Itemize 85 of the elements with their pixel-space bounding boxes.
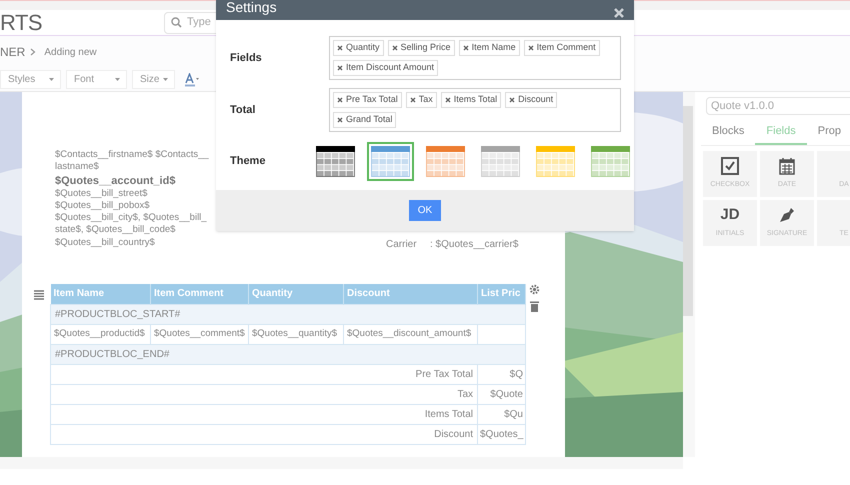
address-line: $Quotes__bill_city$, $Quotes__bill_state$, $Quotes__bill_code$: [55, 212, 208, 237]
tag[interactable]: Item Discount Amount: [333, 60, 438, 76]
close-icon[interactable]: [614, 8, 624, 18]
drag-handle-icon[interactable]: [33, 289, 45, 301]
table-cell: Tax: [50, 384, 478, 404]
dialog-header: Settings: [216, 0, 634, 20]
table-cell: $Q: [478, 364, 526, 384]
remove-icon[interactable]: [337, 65, 343, 71]
remove-icon[interactable]: [444, 97, 451, 103]
caret-icon: [49, 78, 54, 81]
initials-icon: JD: [720, 206, 740, 224]
scrollbar[interactable]: [683, 92, 695, 457]
checkbox-icon: [721, 157, 739, 176]
tag-input[interactable]: Pre Tax Total Tax Items Total Discount Grand Total: [329, 88, 621, 132]
tag[interactable]: Item Name: [458, 40, 520, 56]
calendar-icon: [779, 157, 795, 176]
template-field[interactable]: Quote v1.0.0: [706, 97, 850, 115]
caret-icon: [163, 78, 168, 81]
remove-icon[interactable]: [528, 45, 534, 51]
toolbar-dropdown[interactable]: Styles: [0, 70, 61, 89]
table-cell: #PRODUCTBLOC_START#: [50, 304, 526, 324]
remove-icon[interactable]: [392, 45, 398, 51]
column-header: Discount: [344, 284, 478, 304]
table-theme-icon: [426, 146, 465, 177]
panel-tab[interactable]: Prop: [806, 119, 850, 145]
detail-label: Carrier: [386, 238, 418, 251]
ok-button[interactable]: OK: [409, 200, 441, 221]
table-cell: #PRODUCTBLOC_END#: [50, 344, 526, 364]
table-theme-icon: [536, 146, 575, 177]
tag[interactable]: Discount: [505, 92, 558, 108]
address-line: $Contacts__firstname$ $Contacts__lastname$: [55, 149, 210, 174]
table-cell: $Quotes__discount_amount$: [344, 324, 478, 344]
detail-value: : $Quotes__carrier$: [430, 238, 518, 251]
table-theme-icon: [371, 146, 410, 177]
table-cell: Discount: [50, 424, 478, 444]
search-icon: [171, 17, 182, 28]
column-header: List Pric: [478, 284, 526, 304]
address-line: $Quotes__account_id$: [55, 174, 176, 188]
horizontal-scrollbar[interactable]: [0, 457, 683, 469]
tag[interactable]: Pre Tax Total: [333, 92, 402, 108]
row-label: Fields: [229, 50, 263, 66]
caret-icon: [115, 78, 120, 81]
chevron-icon: [30, 48, 36, 56]
tag[interactable]: Grand Total: [333, 112, 396, 128]
table-cell: $Qu: [478, 404, 526, 424]
toolbar-dropdown[interactable]: Size: [132, 70, 175, 89]
toolbar-dropdown[interactable]: Font: [66, 70, 127, 89]
address-line: $Quotes__bill_pobox$: [55, 200, 151, 212]
table-cell: $Quote: [478, 384, 526, 404]
tag[interactable]: Item Comment: [524, 40, 600, 56]
remove-icon[interactable]: [410, 97, 416, 103]
tag[interactable]: Selling Price: [388, 40, 455, 56]
table-theme-icon: [316, 146, 355, 177]
row-label: Total: [229, 102, 256, 118]
table-cell: $Quotes__productid$: [50, 324, 150, 344]
pen-icon: [778, 206, 796, 224]
row-label: Theme: [229, 154, 266, 170]
table-theme-icon: [591, 146, 630, 177]
breadcrumb-link[interactable]: NER: [0, 43, 26, 61]
column-header: Quantity: [248, 284, 344, 304]
column-header: Item Comment: [150, 284, 248, 304]
address-line: $Quotes__bill_street$: [55, 188, 148, 200]
table-cell: Pre Tax Total: [50, 364, 478, 384]
trash-icon[interactable]: [529, 300, 540, 312]
settings-icon[interactable]: [529, 284, 540, 295]
remove-icon[interactable]: [337, 45, 343, 51]
table-cell: $Quotes__quantity$: [248, 324, 344, 344]
column-header: Item Name: [50, 284, 150, 304]
table-cell: $Quotes_: [478, 424, 526, 444]
tag[interactable]: Items Total: [440, 92, 502, 108]
breadcrumb-current: Adding new: [44, 46, 97, 60]
tag[interactable]: Tax: [406, 92, 437, 108]
table-theme-icon: [481, 146, 520, 177]
tag-input[interactable]: Quantity Selling Price Item Name Item Comment Item Discount Amount: [329, 36, 621, 80]
address-line: $Quotes__bill_country$: [55, 236, 156, 250]
table-cell: $Quotes__comment$: [150, 324, 248, 344]
text-color-icon[interactable]: [184, 72, 200, 86]
remove-icon[interactable]: [462, 45, 469, 51]
panel-tab[interactable]: Blocks: [701, 119, 756, 145]
tag[interactable]: Quantity: [333, 40, 384, 56]
table-cell: Items Total: [50, 404, 478, 424]
remove-icon[interactable]: [509, 97, 516, 103]
remove-icon[interactable]: [337, 97, 343, 103]
logo: RTS: [0, 9, 43, 37]
remove-icon[interactable]: [337, 117, 343, 123]
